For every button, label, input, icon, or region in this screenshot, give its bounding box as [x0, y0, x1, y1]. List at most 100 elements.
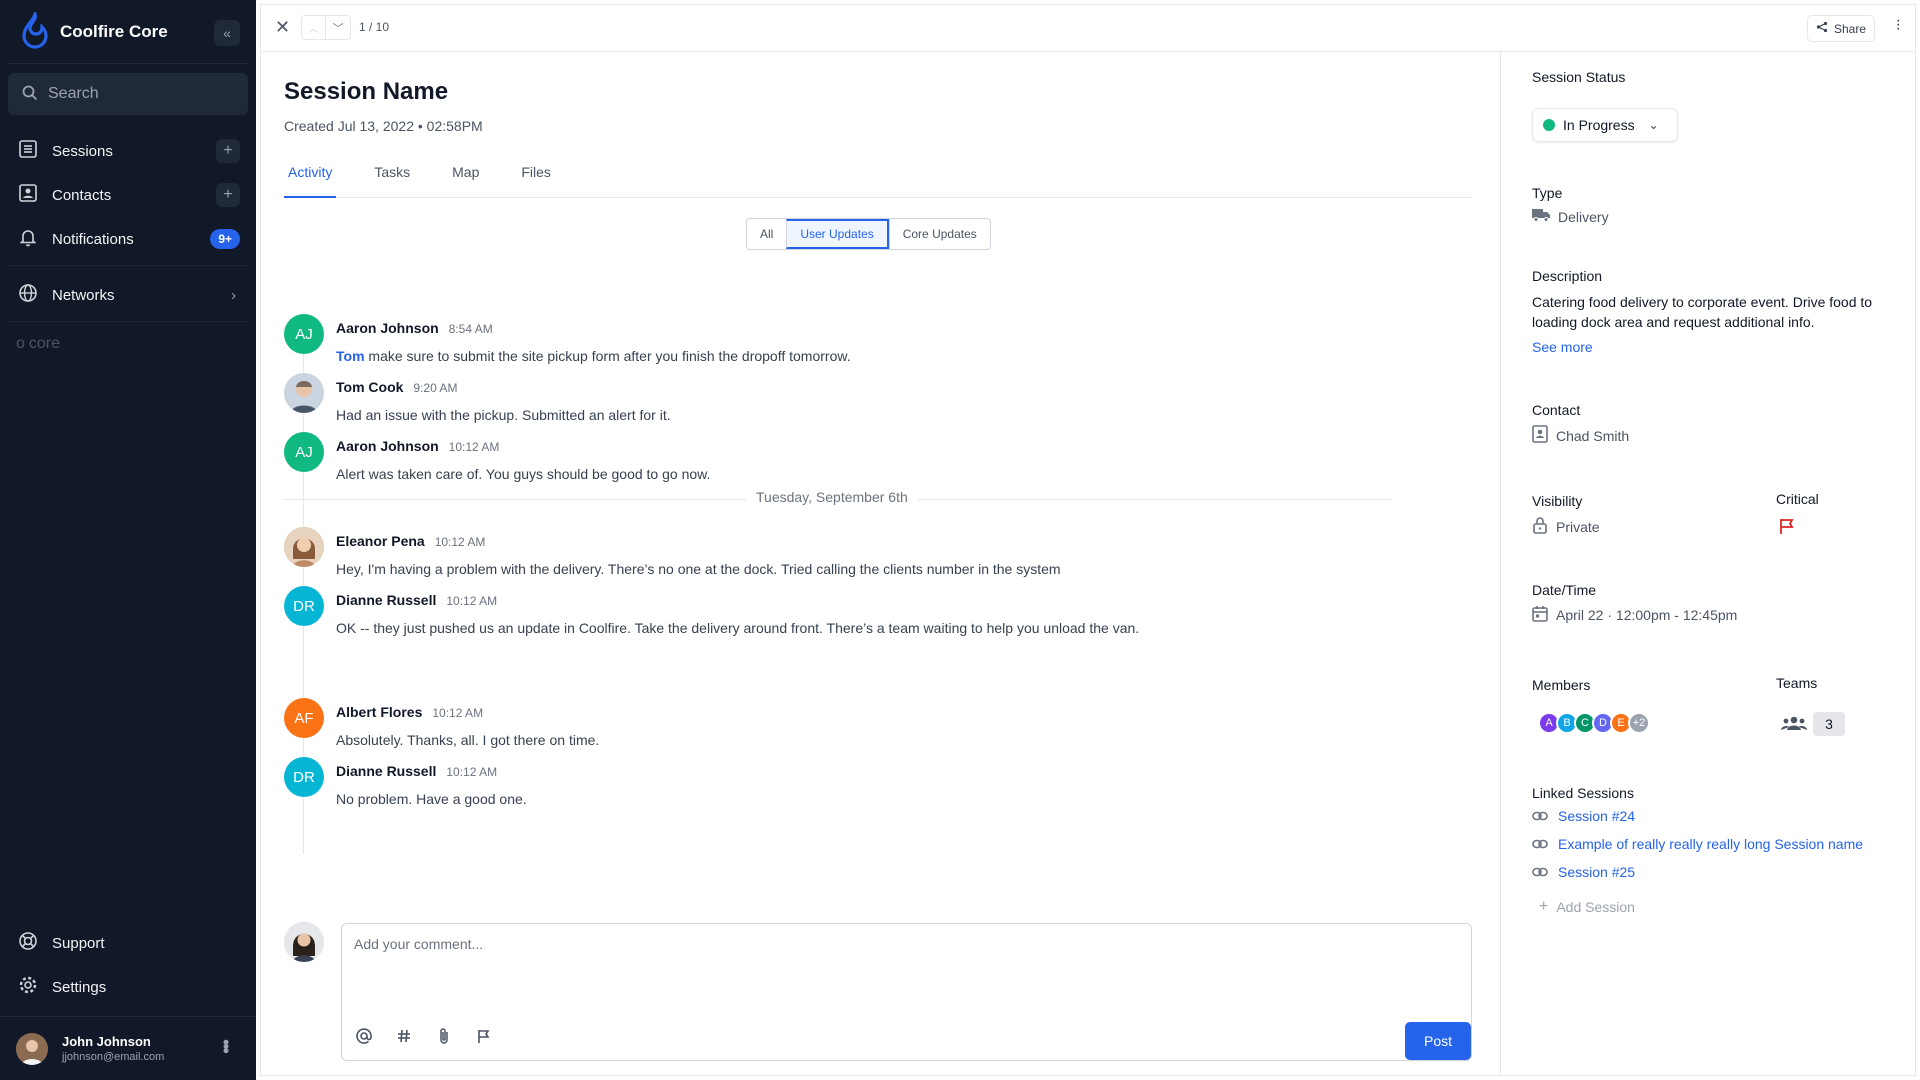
critical-label: Critical — [1776, 491, 1819, 507]
user-profile[interactable]: John Johnson jjohnson@email.com ••• — [0, 1016, 256, 1080]
core-mark-label: core — [28, 335, 61, 352]
linked-sessions-label: Linked Sessions — [1532, 785, 1634, 801]
contact-name: Chad Smith — [1556, 427, 1630, 444]
message-text: Tom make sure to submit the site pickup … — [336, 348, 851, 364]
search-input[interactable] — [48, 85, 228, 103]
tab-map[interactable]: Map — [448, 156, 483, 198]
see-more-link[interactable]: See more — [1532, 339, 1593, 355]
chevron-up-icon[interactable]: ︿ — [301, 15, 326, 40]
contact-label: Contact — [1532, 402, 1581, 418]
sidebar-item-support[interactable]: Support — [8, 923, 248, 963]
sidebar-item-sessions[interactable]: Sessions + — [8, 131, 248, 171]
datetime-value: April 22 · 12:00pm - 12:45pm — [1532, 605, 1737, 625]
sidebar-item-networks[interactable]: Networks › — [8, 275, 248, 315]
chevron-down-icon[interactable]: ﹀ — [326, 15, 351, 40]
add-contact-button[interactable]: + — [216, 183, 240, 207]
list-icon — [18, 139, 38, 163]
share-button[interactable]: Share — [1806, 15, 1875, 42]
visibility-text: Private — [1556, 518, 1600, 535]
sidebar-item-label: Sessions — [52, 142, 113, 160]
page-title: Session Name — [284, 78, 449, 105]
session-details-panel: Session Status In Progress ⌄ Type Delive… — [1500, 52, 1917, 1076]
share-label: Share — [1833, 21, 1866, 36]
tab-files[interactable]: Files — [517, 156, 555, 198]
comment-input[interactable] — [354, 936, 1454, 996]
notification-count-badge: 9+ — [210, 229, 240, 249]
list-item: AF Albert Flores 10:12 AM Absolutely. Tha… — [284, 698, 1472, 758]
sidebar-item-label: Settings — [52, 978, 107, 996]
truck-icon — [1532, 208, 1550, 225]
sidebar-item-label: Contacts — [52, 186, 112, 204]
linked-session-item[interactable]: Session #24 — [1532, 808, 1635, 824]
contact-card-icon — [1532, 425, 1548, 446]
list-item: Tom Cook 9:20 AM Had an issue with the pi… — [284, 373, 1472, 433]
post-button[interactable]: Post — [1405, 1022, 1471, 1060]
topbar: ✕ ︿ ﹀ 1 / 10 Share · · · — [261, 5, 1915, 52]
add-session-button[interactable]: + — [216, 139, 240, 163]
hash-icon[interactable] — [394, 1026, 414, 1046]
message-body: Had an issue with the pickup. Submitted … — [336, 407, 671, 423]
search-icon — [22, 85, 38, 104]
status-value: In Progress — [1563, 117, 1635, 133]
teams-label: Teams — [1776, 675, 1818, 691]
message-body: Alert was taken care of. You guys should… — [336, 466, 711, 482]
datetime-text: April 22 · 12:00pm - 12:45pm — [1556, 607, 1738, 623]
avatar — [284, 922, 324, 962]
avatar: AJ — [284, 314, 324, 354]
contact-value[interactable]: Chad Smith — [1532, 425, 1629, 446]
at-sign-icon[interactable] — [354, 1026, 374, 1046]
more-members-badge: +2 — [1628, 712, 1650, 734]
divider — [8, 265, 248, 266]
session-content: Session Name Created Jul 13, 2022 • 02:5… — [284, 52, 1472, 1076]
linked-session-label: Example of really really really long Ses… — [1558, 836, 1864, 852]
critical-flag-icon[interactable] — [1779, 517, 1795, 538]
share-icon — [1816, 21, 1828, 36]
avatar — [284, 527, 324, 567]
more-vertical-icon[interactable]: ••• — [215, 1039, 236, 1052]
message-time: 8:54 AM — [448, 322, 493, 336]
member-avatars[interactable]: A B C D E +2 — [1538, 712, 1650, 734]
linked-session-item[interactable]: Session #25 — [1532, 864, 1635, 880]
tab-activity[interactable]: Activity — [284, 156, 337, 198]
filter-all[interactable]: All — [747, 219, 786, 249]
message-body: make sure to submit the site pickup form… — [364, 348, 851, 364]
status-select[interactable]: In Progress ⌄ — [1532, 108, 1678, 142]
close-icon[interactable]: ✕ — [275, 17, 290, 38]
message-time: 10:12 AM — [432, 706, 484, 720]
message-time: 10:12 AM — [448, 440, 500, 454]
tab-tasks[interactable]: Tasks — [370, 156, 414, 198]
add-session-button[interactable]: + Add Session — [1539, 898, 1635, 916]
list-item: Eleanor Pena 10:12 AM Hey, I'm having a p… — [284, 527, 1472, 587]
collapse-sidebar-button[interactable]: « — [214, 20, 240, 46]
more-vertical-icon[interactable]: · · · — [1896, 13, 1901, 37]
user-email: jjohnson@email.com — [62, 1051, 165, 1063]
core-logo-icon: o — [16, 335, 25, 352]
message-author: Aaron Johnson 8:54 AM — [336, 320, 493, 336]
filter-core-updates[interactable]: Core Updates — [888, 219, 990, 249]
filter-user-updates[interactable]: User Updates — [786, 219, 889, 249]
linked-session-item[interactable]: Example of really really really long Ses… — [1532, 836, 1863, 852]
tab-bar: Activity Tasks Map Files — [284, 156, 1472, 198]
chevrons-left-icon: « — [223, 25, 231, 41]
flag-icon[interactable] — [474, 1026, 494, 1046]
link-icon — [1532, 864, 1548, 880]
pager-count: 1 / 10 — [359, 20, 390, 34]
author-name: Tom Cook — [336, 379, 404, 395]
status-label: Session Status — [1532, 69, 1626, 85]
teams-count-badge[interactable]: 3 — [1813, 712, 1845, 736]
user-name: John Johnson — [62, 1034, 151, 1049]
search-box[interactable] — [8, 73, 248, 115]
list-item: DR Dianne Russell 10:12 AM No problem. Ha… — [284, 757, 1472, 817]
lifebuoy-icon — [18, 931, 38, 955]
sidebar-item-notifications[interactable]: Notifications 9+ — [8, 219, 248, 259]
message-time: 10:12 AM — [446, 594, 498, 608]
paperclip-icon[interactable] — [434, 1026, 454, 1046]
composer-toolbar — [354, 1026, 494, 1046]
sidebar-item-contacts[interactable]: Contacts + — [8, 175, 248, 215]
mention-link[interactable]: Tom — [336, 348, 365, 364]
message-time: 10:12 AM — [434, 535, 486, 549]
sidebar-item-settings[interactable]: Settings — [8, 967, 248, 1007]
brand[interactable]: Coolfire Core — [20, 7, 168, 54]
divider — [8, 63, 248, 64]
list-item: AJ Aaron Johnson 8:54 AM Tom make sure to… — [284, 314, 1472, 374]
